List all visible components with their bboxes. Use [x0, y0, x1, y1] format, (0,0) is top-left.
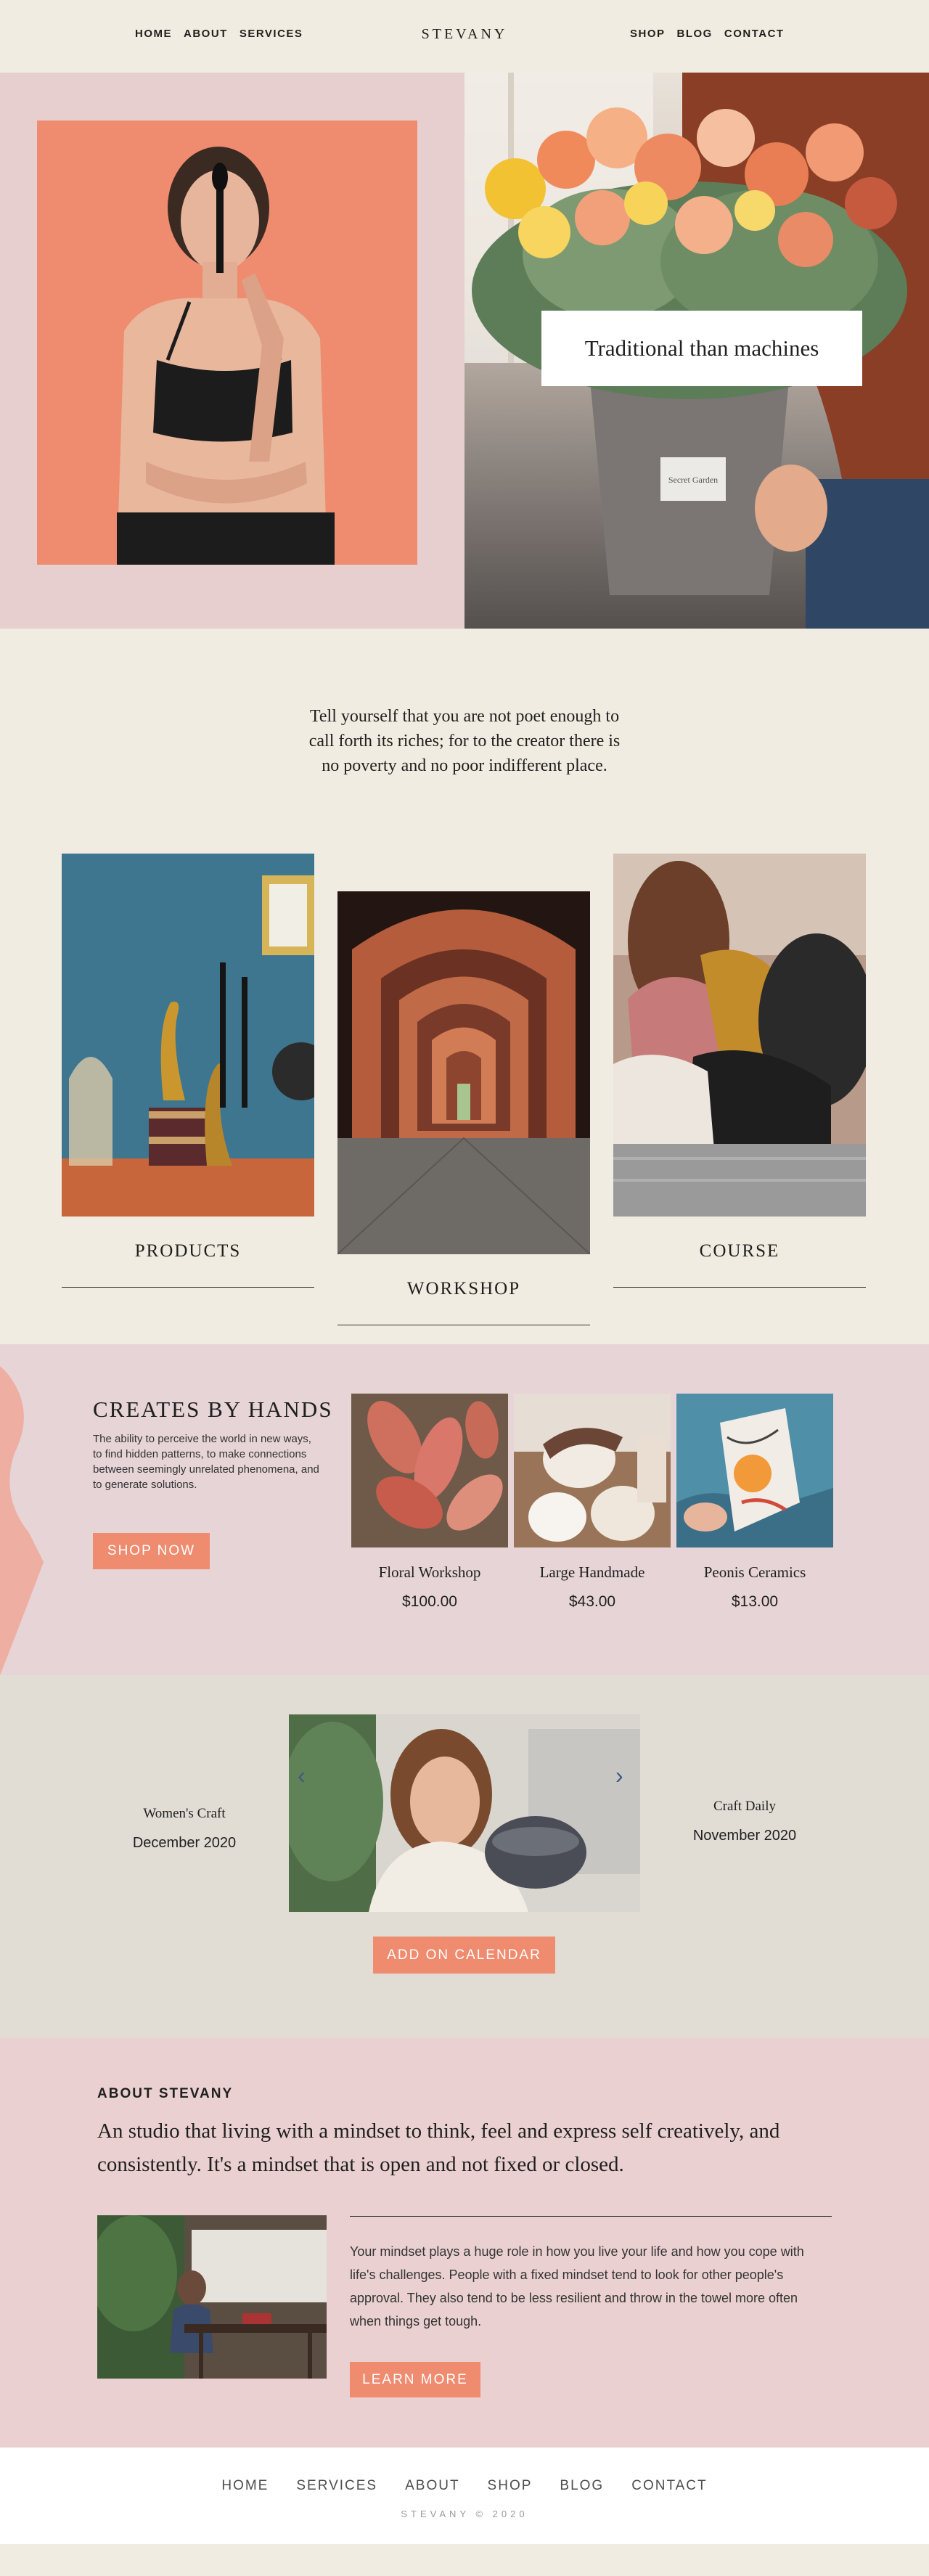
category-label: COURSE: [699, 1241, 780, 1261]
categories-section: PRODUCTS WORKSHOP COURSE: [0, 854, 929, 1344]
hero-quote-card: Traditional than machines: [541, 311, 862, 386]
about-body: Your mindset plays a huge role in how yo…: [350, 2244, 804, 2328]
model-portrait-image: [37, 120, 417, 565]
product-card[interactable]: Large Handmade $43.00: [514, 1394, 671, 1611]
add-on-calendar-button[interactable]: ADD ON CALENDAR: [373, 1937, 555, 1974]
flower-bouquet-image: Secret Garden Traditional than machines: [464, 73, 929, 629]
about-lead: An studio that living with a mindset to …: [97, 2119, 780, 2176]
about-divider: [350, 2216, 832, 2217]
product-price: $13.00: [731, 1593, 779, 1610]
shop-now-button[interactable]: SHOP NOW: [93, 1533, 210, 1569]
workspace-image: [97, 2215, 327, 2379]
site-footer: HOME SERVICES ABOUT SHOP BLOG CONTACT ST…: [0, 2448, 929, 2544]
event-title: Women's Craft: [143, 1806, 226, 1821]
intro-section: Tell yourself that you are not poet enou…: [0, 629, 929, 854]
footer-shop-link[interactable]: SHOP: [488, 2478, 533, 2494]
chevron-right-icon[interactable]: ›: [615, 1762, 623, 1789]
section-description: The ability to perceive the world in new…: [93, 1433, 319, 1491]
footer-home-link[interactable]: HOME: [221, 2478, 269, 2494]
footer-blog-link[interactable]: BLOG: [560, 2478, 604, 2494]
footer-contact-link[interactable]: CONTACT: [631, 2478, 707, 2494]
product-name: Floral Workshop: [378, 1563, 481, 1581]
chevron-left-icon[interactable]: ‹: [298, 1762, 306, 1789]
primary-nav-right: SHOP BLOG CONTACT: [630, 28, 785, 40]
event-left[interactable]: Women's Craft December 2020: [105, 1806, 264, 1852]
category-divider: [613, 1287, 866, 1288]
event-title: Craft Daily: [713, 1799, 776, 1814]
section-title: CREATES BY HANDS: [93, 1397, 333, 1422]
product-name: Peonis Ceramics: [703, 1563, 806, 1581]
category-products[interactable]: PRODUCTS: [62, 854, 314, 1288]
workshop-image: [337, 891, 590, 1254]
paint-splash-decoration: [0, 1366, 44, 1675]
category-label: PRODUCTS: [134, 1241, 242, 1261]
event-section: Women's Craft December 2020 ‹ › Craft Da…: [0, 1675, 929, 2038]
floral-workshop-image: [351, 1394, 508, 1547]
product-card[interactable]: Peonis Ceramics $13.00: [676, 1394, 833, 1611]
hero-left-panel: [0, 73, 464, 629]
product-price: $43.00: [568, 1593, 616, 1610]
product-price: $100.00: [402, 1593, 457, 1610]
category-workshop[interactable]: WORKSHOP: [337, 891, 590, 1325]
course-image: [613, 854, 866, 1217]
nav-shop-link[interactable]: SHOP: [630, 28, 666, 40]
category-divider: [62, 1287, 314, 1288]
intro-quote: Tell yourself that you are not poet enou…: [308, 707, 621, 775]
footer-services-link[interactable]: SERVICES: [296, 2478, 377, 2494]
event-right[interactable]: Craft Daily November 2020: [665, 1799, 824, 1844]
footer-nav: HOME SERVICES ABOUT SHOP BLOG CONTACT: [0, 2478, 929, 2494]
product-name: Large Handmade: [539, 1563, 645, 1581]
creates-by-hands-section: CREATES BY HANDS The ability to perceive…: [0, 1344, 929, 1675]
nav-contact-link[interactable]: CONTACT: [724, 28, 785, 40]
brand-logo[interactable]: STEVANY: [0, 26, 929, 43]
peonis-ceramics-image: [676, 1394, 833, 1547]
about-kicker: ABOUT STEVANY: [97, 2086, 234, 2101]
category-label: WORKSHOP: [406, 1279, 521, 1299]
site-header: HOME ABOUT SERVICES STEVANY SHOP BLOG CO…: [0, 0, 929, 73]
event-date: December 2020: [132, 1835, 237, 1851]
about-section: ABOUT STEVANY An studio that living with…: [0, 2038, 929, 2448]
pot-label: Secret Garden: [668, 475, 718, 485]
footer-about-link[interactable]: ABOUT: [405, 2478, 459, 2494]
copyright: STEVANY © 2020: [401, 2508, 528, 2519]
hero-section: Secret Garden Traditional than machines: [0, 73, 929, 629]
event-date: November 2020: [692, 1828, 797, 1844]
learn-more-button[interactable]: LEARN MORE: [350, 2362, 480, 2397]
category-course[interactable]: COURSE: [613, 854, 866, 1288]
product-card[interactable]: Floral Workshop $100.00: [351, 1394, 508, 1611]
large-handmade-image: [514, 1394, 671, 1547]
nav-blog-link[interactable]: BLOG: [677, 28, 713, 40]
products-image: [62, 854, 314, 1217]
event-photo-slider[interactable]: [289, 1714, 640, 1912]
